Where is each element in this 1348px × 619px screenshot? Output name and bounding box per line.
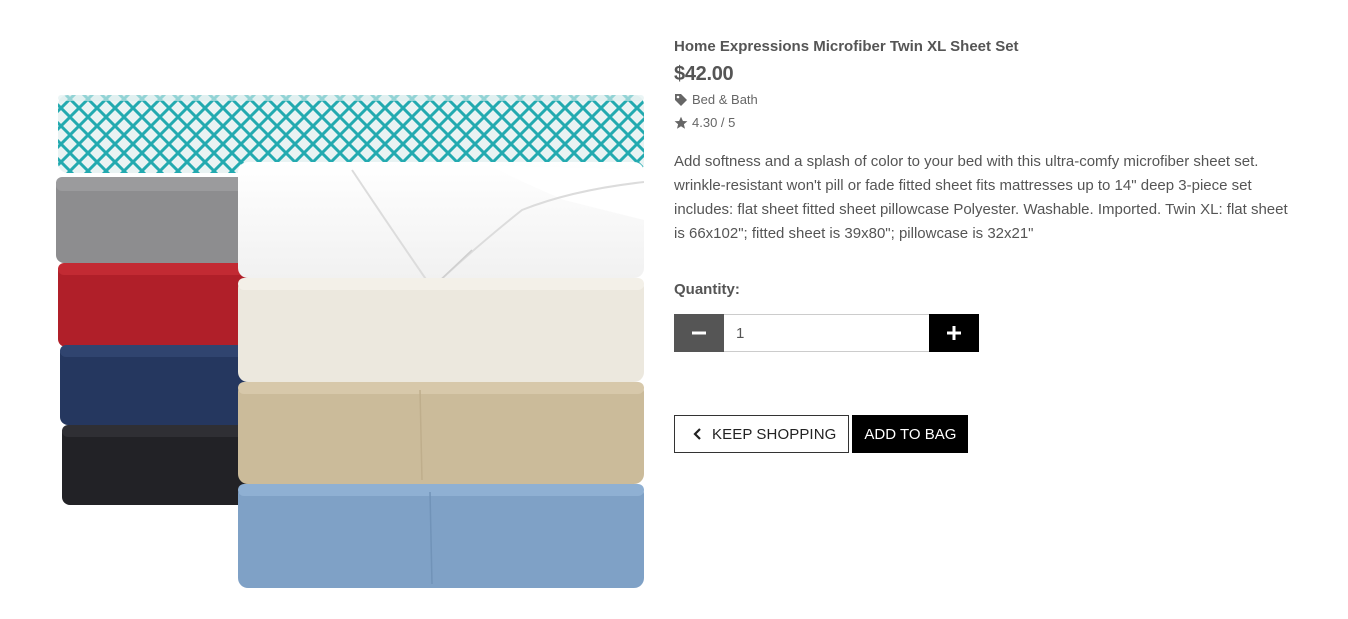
- quantity-increase-button[interactable]: [929, 314, 979, 352]
- category-link[interactable]: Bed & Bath: [692, 90, 758, 110]
- minus-icon: [692, 331, 706, 335]
- add-to-bag-button[interactable]: ADD TO BAG: [852, 415, 969, 453]
- product-details: Home Expressions Microfiber Twin XL Shee…: [674, 36, 1294, 453]
- product-description: Add softness and a splash of color to yo…: [674, 153, 1288, 242]
- product-price: $42.00: [674, 63, 734, 85]
- keep-shopping-label: KEEP SHOPPING: [712, 425, 837, 443]
- star-icon: [674, 116, 688, 130]
- plus-icon: [947, 326, 961, 340]
- quantity-decrease-button[interactable]: [674, 314, 724, 352]
- quantity-stepper: [674, 314, 979, 352]
- keep-shopping-button[interactable]: KEEP SHOPPING: [674, 415, 850, 453]
- quantity-label: Quantity:: [674, 281, 740, 298]
- chevron-left-icon: [693, 428, 702, 440]
- product-detail-page: Home Expressions Microfiber Twin XL Shee…: [0, 0, 1348, 619]
- rating-row: 4.30 / 5: [674, 113, 1294, 133]
- product-image: [52, 90, 644, 600]
- rating-value: 4.30 / 5: [692, 115, 736, 130]
- quantity-input[interactable]: [724, 314, 929, 352]
- action-buttons: KEEP SHOPPING ADD TO BAG: [674, 415, 1294, 453]
- product-title: Home Expressions Microfiber Twin XL Shee…: [674, 38, 1019, 55]
- tag-icon: [674, 93, 688, 107]
- category-row: Bed & Bath: [674, 90, 1294, 110]
